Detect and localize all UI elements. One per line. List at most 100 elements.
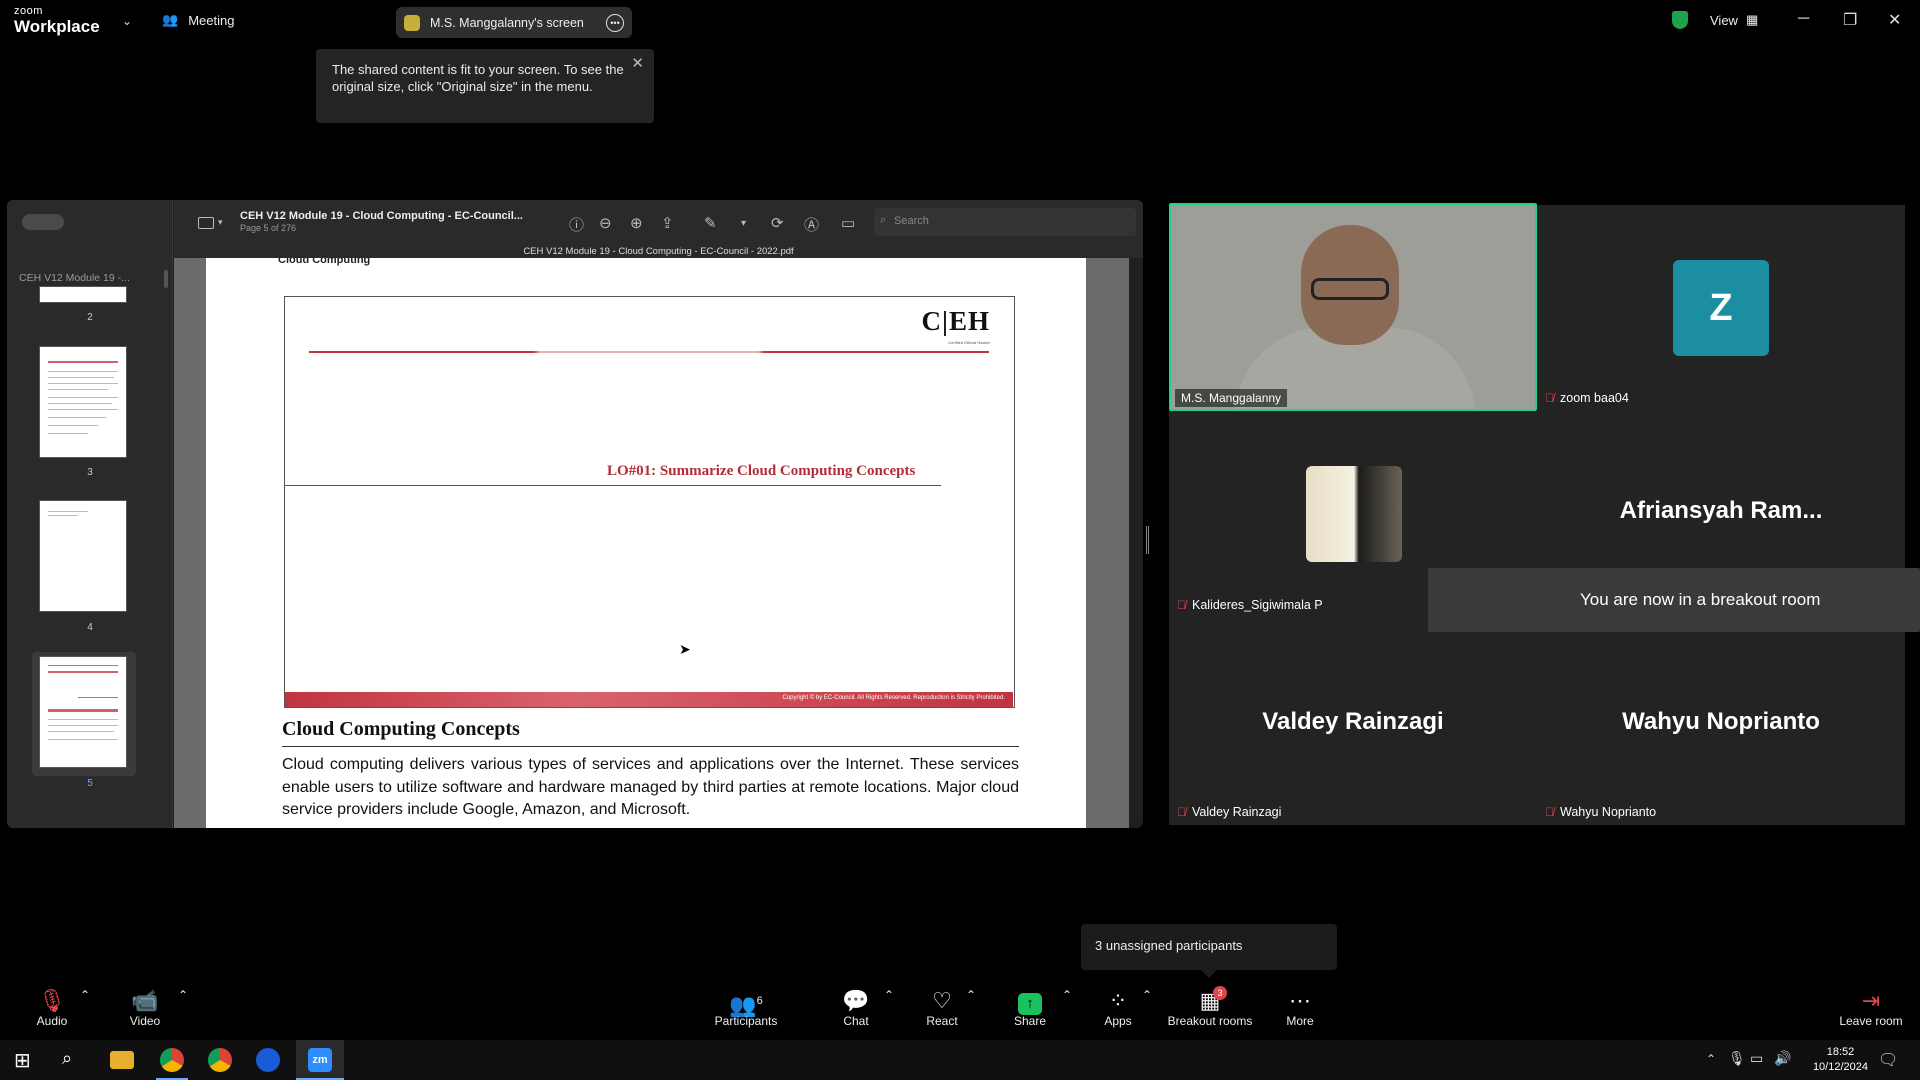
avatar: Z [1673, 260, 1769, 356]
share-export-icon[interactable]: ⇪ [661, 214, 674, 232]
video-tile[interactable]: Wahyu Noprianto 🎙̸ Wahyu Noprianto [1537, 618, 1905, 825]
pdf-search-input[interactable]: ⌕ Search [874, 208, 1136, 236]
microphone-icon[interactable]: 🎙 [1728, 1050, 1752, 1074]
apps-button[interactable]: ⁘ Apps [1098, 988, 1138, 1028]
close-icon[interactable]: ✕ [1888, 10, 1901, 30]
participants-icon: 👥6 [729, 992, 763, 1018]
pdf-thumbnail-sidebar: CEH V12 Module 19 -... 2 3 4 5 [7, 200, 173, 828]
tooltip-close-icon[interactable]: ✕ [631, 55, 644, 72]
info-icon[interactable]: ⓘ [569, 214, 584, 235]
app-menu-chevron-icon[interactable]: ⌄ [122, 14, 132, 28]
chat-button[interactable]: 💬 Chat [836, 988, 876, 1028]
thumbnail-page-4[interactable] [39, 500, 127, 612]
chrome-icon[interactable] [160, 1048, 184, 1072]
pdf-document-area[interactable]: Cloud Computing C|EH Certified Ethical H… [174, 258, 1129, 828]
fit-screen-tooltip: The shared content is fit to your screen… [316, 49, 654, 123]
restore-icon[interactable]: ❐ [1843, 10, 1857, 30]
audio-options-caret[interactable]: ⌃ [80, 988, 90, 1002]
file-explorer-icon[interactable] [110, 1051, 134, 1069]
grid-view-icon: ▦ [1745, 12, 1759, 27]
shared-screen-panel[interactable]: CEH V12 Module 19 -... 2 3 4 5 ▾ CEH V12… [7, 200, 1143, 828]
participant-name: Wahyu Noprianto [1560, 805, 1657, 819]
search-icon[interactable]: ⌕ [62, 1048, 86, 1072]
taskbar-clock[interactable]: 18:52 10/12/2024 [1813, 1045, 1868, 1075]
unassigned-text: 3 unassigned participants [1095, 938, 1243, 953]
search-icon: ⌕ [880, 214, 887, 226]
sidebar-icon[interactable] [198, 217, 214, 229]
more-button[interactable]: ⋯ More [1280, 988, 1320, 1028]
annotate-icon[interactable]: Ⓐ [804, 214, 819, 235]
participant-big-name: Wahyu Noprianto [1622, 708, 1820, 735]
body-paragraph: Cloud computing delivers various types o… [282, 756, 1019, 818]
participant-name-row: 🎙̸ Kalideres_Sigiwimala P [1177, 598, 1323, 612]
form-fill-icon[interactable]: ▭ [841, 214, 855, 232]
zoom-in-icon[interactable]: ⊕ [630, 214, 643, 232]
thumbnail-page-5[interactable] [39, 656, 127, 768]
learning-objective: LO#01: Summarize Cloud Computing Concept… [607, 463, 916, 479]
thumbnail-page-3[interactable] [39, 346, 127, 458]
shared-screen-pill[interactable]: M.S. Manggalanny's screen ••• [396, 7, 632, 38]
audio-button[interactable]: 🎙 Audio [28, 988, 76, 1028]
chevron-down-icon[interactable]: ▾ [741, 218, 746, 229]
participant-name: Kalideres_Sigiwimala P [1192, 598, 1323, 612]
participant-name: Valdey Rainzagi [1192, 805, 1282, 819]
breakout-rooms-icon: ▦ 3 [1197, 986, 1227, 1014]
mic-muted-icon: 🎙̸ [1177, 805, 1186, 819]
breakout-rooms-button[interactable]: ▦ 3 Breakout rooms [1166, 986, 1254, 1028]
share-label: Share [1013, 1014, 1047, 1028]
tray-expand-icon[interactable]: ⌃ [1706, 1052, 1730, 1076]
leave-room-button[interactable]: ⇥ Leave room [1838, 988, 1904, 1028]
thumbnail-label: 2 [87, 312, 93, 323]
video-button[interactable]: 📹 Video [120, 988, 170, 1028]
react-button[interactable]: ♡ React [920, 988, 964, 1028]
apps-options-caret[interactable]: ⌃ [1142, 988, 1152, 1002]
sidebar-scrollbar[interactable] [164, 270, 168, 288]
view-menu[interactable]: View ▦ [1710, 12, 1758, 28]
share-options-caret[interactable]: ⌃ [1062, 988, 1072, 1002]
mouse-pointer-icon: ➤ [679, 641, 691, 657]
zoom-out-icon[interactable]: ⊖ [599, 214, 612, 232]
chevron-down-icon[interactable]: ▾ [218, 217, 223, 228]
share-screen-icon: ↑ [1010, 988, 1050, 1015]
participants-button[interactable]: 👥6 Participants [710, 988, 782, 1028]
video-tile-active-speaker[interactable]: M.S. Manggalanny [1169, 203, 1537, 411]
network-icon[interactable]: ▭ [1750, 1050, 1774, 1074]
video-tile[interactable]: Z 🎙̸ zoom baa04 [1537, 205, 1905, 411]
participants-label: Participants [714, 1014, 778, 1028]
chat-options-caret[interactable]: ⌃ [884, 988, 894, 1002]
react-options-caret[interactable]: ⌃ [966, 988, 976, 1002]
split-resize-handle[interactable] [1146, 526, 1149, 554]
share-button[interactable]: ↑ Share [1010, 988, 1050, 1028]
shared-screen-label: M.S. Manggalanny's screen [430, 15, 584, 30]
chrome-icon[interactable] [208, 1048, 232, 1072]
thumbnail-page-2[interactable] [39, 286, 127, 303]
apps-icon: ⁘ [1108, 988, 1128, 1013]
breakout-badge: 3 [1213, 986, 1227, 1000]
video-options-caret[interactable]: ⌃ [178, 988, 188, 1002]
rotate-icon[interactable]: ⟳ [771, 214, 784, 232]
meeting-controls-bar: 🎙 Audio ⌃ 📹 Video ⌃ 👥6 Participants 💬 Ch… [0, 982, 1920, 1040]
browser-icon[interactable] [256, 1048, 280, 1072]
encryption-shield-icon[interactable] [1672, 11, 1688, 29]
more-options-icon[interactable]: ••• [606, 13, 624, 32]
sidebar-toggle[interactable] [22, 214, 64, 230]
sidebar-title: CEH V12 Module 19 -... [19, 272, 130, 284]
notifications-icon[interactable]: 🗨 [1878, 1050, 1902, 1074]
react-label: React [926, 1014, 958, 1028]
minimize-icon[interactable]: ─ [1798, 10, 1809, 28]
ceh-logo-subtitle: Certified Ethical Hacker [948, 340, 990, 345]
pdf-page: Cloud Computing C|EH Certified Ethical H… [206, 258, 1086, 828]
meeting-menu[interactable]: 👥 Meeting [162, 12, 234, 28]
apps-label: Apps [1104, 1014, 1132, 1028]
volume-icon[interactable]: 🔊 [1774, 1050, 1798, 1074]
participant-name: zoom baa04 [1560, 391, 1629, 405]
view-label: View [1710, 12, 1738, 28]
leave-label: Leave room [1839, 1014, 1903, 1028]
video-tile[interactable]: Valdey Rainzagi 🎙̸ Valdey Rainzagi [1169, 618, 1537, 825]
mic-muted-icon: 🎙̸ [1177, 598, 1186, 612]
windows-start-icon[interactable]: ⊞ [14, 1048, 38, 1072]
zoom-app-icon[interactable]: zm [308, 1048, 332, 1072]
windows-taskbar: ⊞ ⌕ zm ⌃ 🎙 ▭ 🔊 18:52 10/12/2024 🗨 [0, 1040, 1920, 1080]
markup-pen-icon[interactable]: ✎ [704, 214, 717, 232]
participant-name: M.S. Manggalanny [1175, 389, 1288, 407]
